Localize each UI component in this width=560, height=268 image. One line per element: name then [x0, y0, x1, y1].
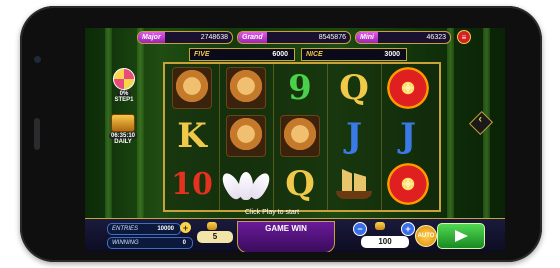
treasure-chest-icon [111, 114, 136, 132]
reel-cell: J [327, 112, 381, 160]
decrease-bet-button[interactable]: − [353, 222, 367, 236]
junk-boat-symbol [334, 165, 374, 203]
game-win-label: GAME WIN [265, 224, 307, 233]
k-symbol: K [177, 116, 207, 156]
bonus-five-label: FIVE [194, 51, 210, 58]
game-screen: Major 2748638 Grand 8545876 Mini 46323 ≡… [85, 28, 505, 252]
jackpot-mini-label: Mini [356, 32, 378, 43]
jackpot-major-value: 2748638 [200, 34, 228, 41]
j-symbol: J [345, 116, 363, 156]
reel-cell: J [381, 112, 435, 160]
game-win-panel: GAME WIN [237, 221, 335, 252]
reel-cell [219, 112, 273, 160]
plus-icon: + [405, 224, 411, 234]
reel-cell [165, 64, 219, 112]
minus-icon: − [357, 224, 363, 234]
bet-value: 100 [361, 236, 409, 248]
reel-1: K 10 [165, 64, 220, 210]
increase-bet-button[interactable]: + [401, 222, 415, 236]
tiger-symbol [280, 115, 320, 157]
entries-field: ENTRIES 10000 [107, 223, 181, 235]
menu-icon[interactable]: ≡ [457, 30, 471, 44]
reel-grid: K 10 9 Q Q J ✦ J ✦ [163, 62, 441, 212]
camera-icon [34, 56, 41, 63]
status-message: Click Play to start [245, 209, 300, 216]
plus-icon: + [182, 222, 189, 233]
control-bar: ENTRIES 10000 + WINNING 0 ​ 5 GAME WIN −… [85, 218, 505, 252]
reel-cell: ✦ [381, 64, 435, 112]
jackpot-grand: Grand 8545876 [237, 31, 351, 44]
reel-cell [219, 64, 273, 112]
reel-cell [327, 160, 381, 208]
reel-cell [218, 160, 274, 208]
bonus-nice: NICE 3000 [301, 48, 407, 61]
reel-cell: 9 [273, 64, 327, 112]
winning-field: WINNING 0 [107, 237, 193, 249]
play-button[interactable] [437, 223, 485, 249]
entries-label: ENTRIES [112, 226, 139, 232]
jackpot-grand-label: Grand [238, 32, 267, 43]
gold-emblem-symbol: ✦ [386, 67, 430, 109]
tiger-symbol [226, 115, 266, 157]
reel-cell [273, 112, 327, 160]
daily-label: DAILY [114, 139, 132, 145]
speaker-grille [34, 118, 40, 150]
reel-cell: ✦ [381, 160, 435, 208]
bonus-five: FIVE 6000 [189, 48, 295, 61]
q-symbol: Q [285, 164, 315, 204]
wheel-step-button[interactable]: 0% STEP1 [113, 68, 135, 103]
wheel-icon [113, 68, 135, 90]
winning-label: WINNING [112, 240, 139, 246]
bonus-nice-label: NICE [306, 51, 323, 58]
tiger-symbol [226, 67, 266, 109]
phone-frame: Major 2748638 Grand 8545876 Mini 46323 ≡… [20, 6, 542, 262]
reel-5: ✦ J ✦ [381, 64, 435, 210]
lines-tag: ​ [207, 222, 217, 230]
nine-symbol: 9 [288, 68, 312, 108]
tiger-symbol [172, 67, 212, 109]
jackpot-grand-value: 8545876 [318, 34, 346, 41]
chevron-left-icon: ‹ [478, 113, 483, 126]
winning-value: 0 [182, 240, 186, 246]
reel-2 [218, 64, 274, 210]
reel-cell: 10 [165, 160, 219, 208]
step-label: STEP1 [114, 97, 134, 103]
play-icon [455, 230, 468, 242]
jackpot-major-label: Major [138, 32, 165, 43]
reel-cell: K [165, 112, 219, 160]
add-entries-button[interactable]: + [180, 222, 191, 233]
auto-spin-button[interactable]: AUTO [415, 225, 437, 247]
reel-4: Q J [327, 64, 382, 210]
jackpot-major: Major 2748638 [137, 31, 233, 44]
q-symbol: Q [339, 68, 369, 108]
bonus-five-value: 6000 [272, 51, 288, 58]
bonus-nice-value: 3000 [384, 51, 400, 58]
entries-value: 10000 [157, 226, 174, 232]
lines-value[interactable]: 5 [197, 231, 233, 243]
ten-symbol: 10 [171, 166, 213, 202]
jackpot-mini: Mini 46323 [355, 31, 451, 44]
reel-cell: Q [273, 160, 327, 208]
jackpot-mini-value: 46323 [426, 34, 446, 41]
daily-bonus-button[interactable]: 06:35:10 DAILY [109, 114, 138, 145]
lotus-symbol [218, 168, 274, 202]
j-symbol: J [399, 116, 417, 156]
bet-tag: ​ [375, 222, 385, 230]
gold-emblem-symbol: ✦ [386, 163, 430, 205]
reel-3: 9 Q [273, 64, 328, 210]
reel-cell: Q [327, 64, 381, 112]
